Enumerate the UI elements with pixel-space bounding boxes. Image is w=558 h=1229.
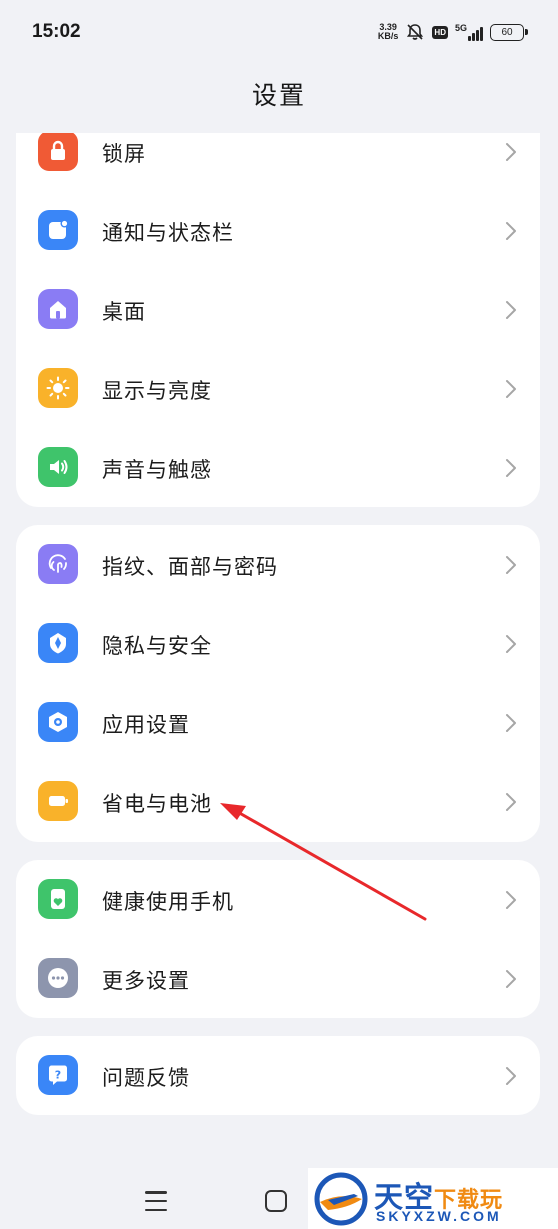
nav-menu-button[interactable] [145, 1191, 167, 1211]
network-speed: 3.39 KB/s [378, 23, 399, 41]
chevron-right-icon [506, 459, 516, 477]
chevron-right-icon [506, 793, 516, 811]
settings-item-notifications[interactable]: 通知与状态栏 [16, 191, 540, 270]
settings-item-feedback[interactable]: ? 问题反馈 [16, 1036, 540, 1115]
shield-icon [38, 623, 78, 663]
settings-item-battery[interactable]: 省电与电池 [16, 762, 540, 841]
home-icon [38, 289, 78, 329]
status-icons: 3.39 KB/s HD 5G 60 [378, 20, 528, 44]
settings-item-app-settings[interactable]: 应用设置 [16, 683, 540, 762]
chevron-right-icon [506, 556, 516, 574]
settings-item-label: 问题反馈 [102, 1066, 190, 1090]
status-time: 15:02 [32, 21, 81, 42]
settings-item-label: 省电与电池 [102, 792, 212, 816]
fingerprint-icon [38, 544, 78, 584]
settings-screen: 15:02 3.39 KB/s HD 5G 60 设置 锁屏 通知与状态栏 桌面… [0, 0, 558, 1229]
settings-item-health[interactable]: 健康使用手机 [16, 860, 540, 939]
speaker-icon [38, 447, 78, 487]
settings-item-privacy[interactable]: 隐私与安全 [16, 604, 540, 683]
chevron-right-icon [506, 891, 516, 909]
settings-item-label: 显示与亮度 [102, 379, 212, 403]
chevron-right-icon [506, 301, 516, 319]
settings-group-feedback: ? 问题反馈 [16, 1036, 540, 1115]
status-bar: 15:02 3.39 KB/s HD 5G 60 [0, 0, 558, 62]
chevron-right-icon [506, 635, 516, 653]
battery-indicator: 60 [490, 23, 528, 41]
nav-home-button[interactable] [265, 1190, 287, 1212]
health-icon [38, 879, 78, 919]
chevron-right-icon [506, 714, 516, 732]
more-icon [38, 958, 78, 998]
sun-icon [38, 368, 78, 408]
settings-item-label: 隐私与安全 [102, 634, 212, 658]
settings-group-wellbeing: 健康使用手机 更多设置 [16, 860, 540, 1018]
chevron-right-icon [506, 143, 516, 161]
settings-item-desktop[interactable]: 桌面 [16, 270, 540, 349]
svg-text:?: ? [55, 1069, 61, 1082]
settings-item-fingerprint[interactable]: 指纹、面部与密码 [16, 525, 540, 604]
network-speed-unit: KB/s [377, 31, 399, 41]
settings-item-label: 指纹、面部与密码 [102, 555, 278, 579]
settings-group-security: 指纹、面部与密码 隐私与安全 应用设置 省电与电池 [16, 525, 540, 842]
battery-level: 60 [501, 26, 513, 38]
watermark: 天空下载玩 SKYXZW.COM [308, 1168, 558, 1229]
settings-item-label: 更多设置 [102, 969, 190, 993]
app-settings-icon [38, 702, 78, 742]
network-type: 5G [454, 23, 467, 33]
settings-item-label: 声音与触感 [102, 458, 212, 482]
settings-item-label: 应用设置 [102, 713, 190, 737]
settings-item-label: 通知与状态栏 [102, 221, 234, 245]
notification-icon [38, 210, 78, 250]
chevron-right-icon [506, 222, 516, 240]
settings-item-lock-screen[interactable]: 锁屏 [16, 133, 540, 191]
battery-icon [38, 781, 78, 821]
hd-badge: HD [432, 25, 448, 39]
bell-muted-icon [407, 24, 424, 40]
settings-item-label: 健康使用手机 [102, 890, 234, 914]
settings-item-display[interactable]: 显示与亮度 [16, 349, 540, 428]
lock-icon [38, 133, 78, 171]
chevron-right-icon [506, 380, 516, 398]
settings-item-sound[interactable]: 声音与触感 [16, 428, 540, 507]
settings-item-label: 桌面 [102, 300, 146, 324]
feedback-icon: ? [38, 1055, 78, 1095]
watermark-subtitle: SKYXZW.COM [376, 1208, 502, 1224]
signal-icon: 5G [455, 23, 483, 41]
settings-item-label: 锁屏 [102, 142, 146, 166]
chevron-right-icon [506, 1067, 516, 1085]
settings-group-personalization: 锁屏 通知与状态栏 桌面 显示与亮度 声音与触感 [16, 133, 540, 507]
chevron-right-icon [506, 970, 516, 988]
watermark-logo-icon [314, 1172, 368, 1226]
settings-item-more[interactable]: 更多设置 [16, 939, 540, 1018]
page-title: 设置 [251, 81, 306, 110]
